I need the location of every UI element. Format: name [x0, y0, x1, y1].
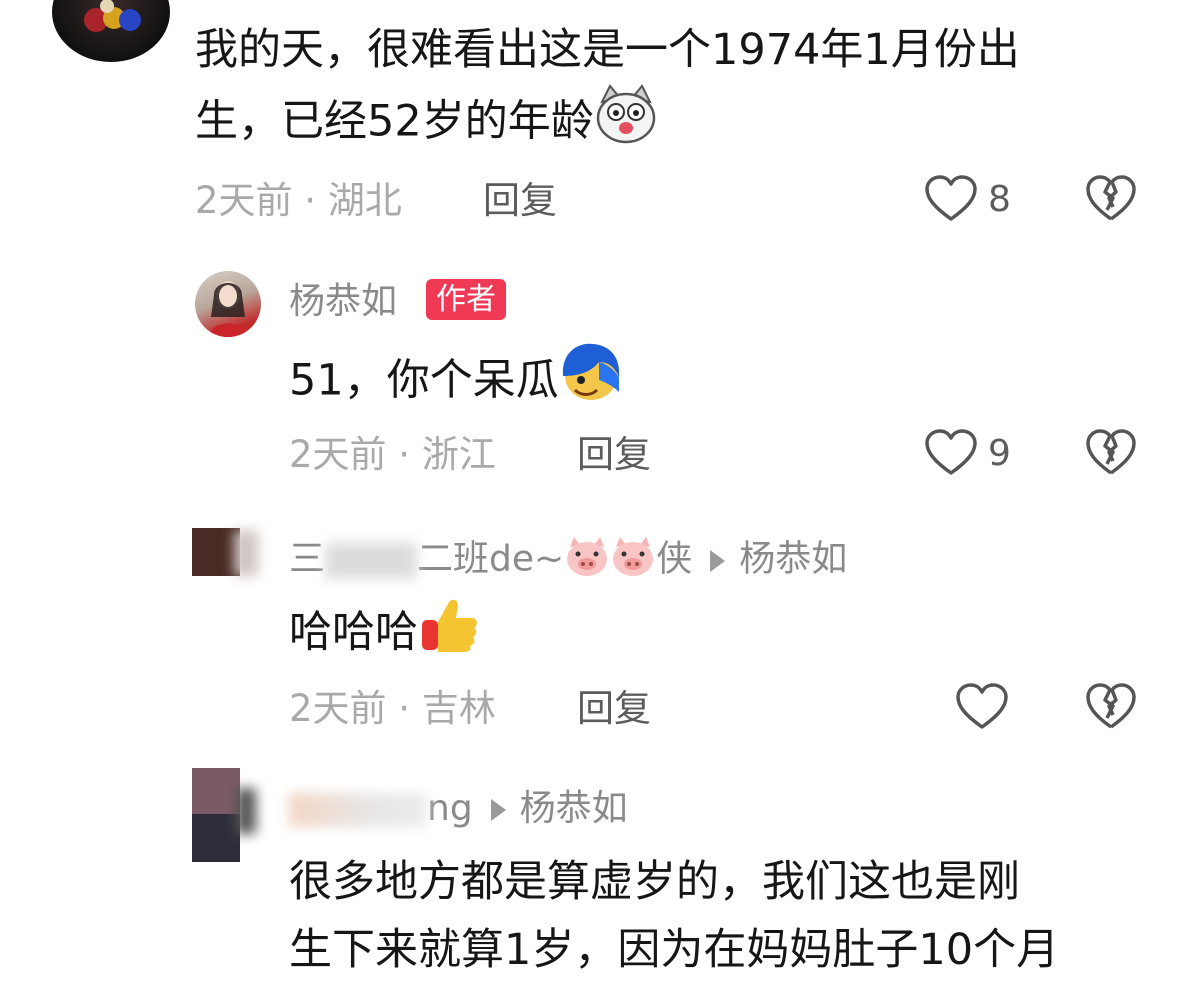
reply-button[interactable]: 回复 — [483, 182, 557, 219]
broken-heart-icon[interactable] — [1085, 682, 1137, 732]
comment-meta: 2天前 · 浙江 — [289, 433, 496, 476]
broken-heart-icon[interactable] — [1085, 174, 1137, 224]
avatar-image — [209, 281, 247, 337]
broken-heart-icon[interactable] — [1085, 428, 1137, 478]
reply-button[interactable]: 回复 — [577, 690, 651, 727]
comment-text: 哈哈哈 — [289, 594, 480, 676]
author-username[interactable]: 杨恭如 — [289, 284, 397, 320]
comment-text: 我的天，很难看出这是一个1974年1月份出 生，已经52岁的年龄 — [195, 16, 1020, 164]
heart-outline-icon[interactable] — [924, 174, 978, 224]
comment-text: 51，你个呆瓜 — [289, 342, 623, 424]
commenter-avatar[interactable] — [52, 0, 170, 62]
author-avatar[interactable] — [195, 271, 261, 337]
commenter-avatar[interactable] — [192, 768, 264, 864]
like-count: 9 — [988, 433, 1011, 474]
like-count: 8 — [988, 179, 1011, 220]
comment-meta: 2天前 · 吉林 — [289, 687, 496, 730]
author-badge: 作者 — [426, 279, 506, 320]
heart-outline-icon[interactable] — [924, 428, 978, 478]
commenter-avatar[interactable] — [192, 528, 260, 578]
comment-text: 很多地方都是算虚岁的，我们这也是刚 生下来就算1岁，因为在妈妈肚子10个月 — [289, 857, 1060, 975]
blue-hair-face-emoji — [559, 342, 623, 424]
reply-arrow-icon — [490, 799, 506, 821]
avatar-image — [84, 0, 141, 32]
reply-arrow-icon — [710, 549, 726, 572]
reply-to-username[interactable]: 杨恭如 — [520, 788, 628, 829]
thumbs-up-emoji — [418, 594, 480, 676]
cat-face-emoji — [594, 84, 658, 164]
pig-face-emoji — [610, 537, 656, 584]
reply-to-username[interactable]: 杨恭如 — [739, 539, 847, 580]
pig-face-emoji — [564, 537, 610, 584]
heart-outline-icon[interactable] — [955, 682, 1009, 732]
commenter-username[interactable]: 三二班de~ 侠杨恭如 — [289, 537, 847, 584]
reply-button[interactable]: 回复 — [577, 436, 651, 473]
commenter-username[interactable]: ng 杨恭如 — [289, 791, 628, 827]
comment-meta: 2天前 · 湖北 — [195, 179, 402, 222]
